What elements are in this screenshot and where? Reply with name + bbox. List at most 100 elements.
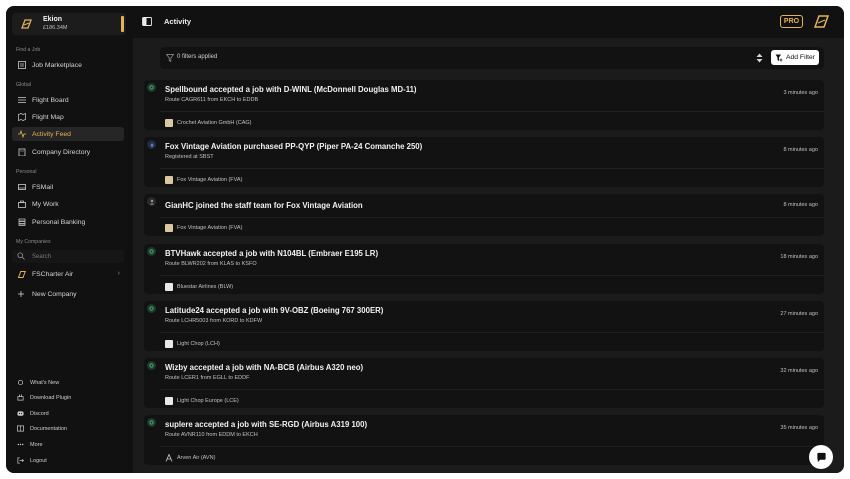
job-accepted-icon <box>147 304 156 313</box>
company-logo-icon <box>165 453 173 462</box>
sidebar-item-my-work[interactable]: My Work <box>12 197 124 211</box>
account-name: Ekion <box>43 16 63 23</box>
company-label: Light Chop (LCH) <box>177 341 220 347</box>
feed-item[interactable]: Fox Vintage Aviation purchased PP-QYP (P… <box>144 137 824 187</box>
aircraft-purchase-icon <box>147 140 156 149</box>
chat-button[interactable] <box>809 445 833 469</box>
feed-item[interactable]: BTVHawk accepted a job with N104BL (Embr… <box>144 244 824 294</box>
company-label: Light Chop Europe (LCE) <box>177 398 239 404</box>
feed-item-time: 8 minutes ago <box>783 147 818 153</box>
feed-item-subtitle: Route CAGR611 from EKCH to EDDB <box>165 97 259 103</box>
company-logo-icon <box>165 176 173 184</box>
feed-item-title: Spellbound accepted a job with D-WINL (M… <box>165 85 417 94</box>
company-item-fscharter-air[interactable]: FSCharter Air › <box>12 268 124 281</box>
divider <box>160 217 824 218</box>
sidebar-item-flight-board[interactable]: Flight Board <box>12 93 124 107</box>
bank-icon <box>17 218 26 227</box>
footer-label: Documentation <box>30 425 67 432</box>
footer-download-plugin[interactable]: Download Plugin <box>12 392 124 403</box>
sidebar-item-label: Job Marketplace <box>32 61 82 69</box>
feed-item[interactable]: GianHC joined the staff team for Fox Vin… <box>144 194 824 236</box>
feed-item[interactable]: suplere accepted a job with SE-RGD (Airb… <box>144 415 824 465</box>
company-logo-icon <box>17 270 26 279</box>
feed-item-company[interactable]: Fox Vintage Aviation (FVA) <box>165 224 242 232</box>
divider <box>160 332 824 333</box>
footer-logout[interactable]: Logout <box>12 455 124 466</box>
sidebar-item-fsmail[interactable]: FSMail <box>12 180 124 194</box>
account-switcher[interactable]: Ekion £186.34M <box>12 13 126 35</box>
sidebar-item-label: FSMail <box>32 183 54 191</box>
discord-icon <box>17 410 25 418</box>
footer-whats-new[interactable]: What's New <box>12 377 124 388</box>
feed-item-time: 3 minutes ago <box>783 90 818 96</box>
feed-item-company[interactable]: Fox Vintage Aviation (FVA) <box>165 176 242 184</box>
chat-bubble-icon <box>816 452 826 462</box>
more-dots-icon <box>17 441 25 449</box>
map-icon <box>17 113 26 122</box>
company-name: FSCharter Air <box>32 271 74 278</box>
sidebar-item-personal-banking[interactable]: Personal Banking <box>12 215 124 229</box>
logout-icon <box>17 457 25 465</box>
feed-item-company[interactable]: Bluestar Airlines (BLW) <box>165 283 233 291</box>
section-personal: Personal <box>16 169 37 175</box>
feed-item[interactable]: Latitude24 accepted a job with 9V-OBZ (B… <box>144 301 824 351</box>
sidebar-item-label: Company Directory <box>32 148 91 156</box>
feed-item-title: GianHC joined the staff team for Fox Vin… <box>165 201 363 210</box>
sidebar-item-flight-map[interactable]: Flight Map <box>12 110 124 124</box>
company-logo-icon <box>165 224 173 232</box>
filter-icon <box>166 54 174 62</box>
footer-discord[interactable]: Discord <box>12 408 124 419</box>
feed-item-company[interactable]: Light Chop Europe (LCE) <box>165 397 239 405</box>
feed-item-subtitle: Registered at SBST <box>165 154 214 160</box>
account-indicator <box>121 16 124 32</box>
feed-item-company[interactable]: Crochet Aviation GmbH (CAG) <box>165 119 251 127</box>
feed-item-company[interactable]: Arven Air (AVN) <box>165 453 216 462</box>
feed-item[interactable]: Spellbound accepted a job with D-WINL (M… <box>144 80 824 130</box>
feed-item-time: 18 minutes ago <box>780 254 818 260</box>
feed-item-company[interactable]: Light Chop (LCH) <box>165 340 220 348</box>
sidebar-item-company-directory[interactable]: Company Directory <box>12 145 124 159</box>
search-placeholder: Search <box>32 253 52 260</box>
pro-badge[interactable]: PRO <box>780 15 803 28</box>
marketplace-icon <box>17 61 26 70</box>
footer-more[interactable]: More <box>12 439 124 450</box>
activity-main: 0 filters applied Add Filter Spellbound … <box>133 38 844 473</box>
new-company-button[interactable]: New Company <box>12 288 124 301</box>
company-label: Bluestar Airlines (BLW) <box>177 284 234 290</box>
feed-item-title: suplere accepted a job with SE-RGD (Airb… <box>165 420 368 429</box>
sidebar-item-label: Personal Banking <box>32 218 86 226</box>
feed-item-title: Latitude24 accepted a job with 9V-OBZ (B… <box>165 306 384 315</box>
feed-item-subtitle: Route LCHR5003 from KORD to KDFW <box>165 318 263 324</box>
top-bar: Activity PRO <box>133 6 844 38</box>
sidebar-item-job-marketplace[interactable]: Job Marketplace <box>12 58 124 72</box>
section-global: Global <box>16 82 31 88</box>
feed-item-title: Fox Vintage Aviation purchased PP-QYP (P… <box>165 142 423 151</box>
filter-bar: 0 filters applied Add Filter <box>160 47 824 69</box>
sidebar-item-label: My Work <box>32 200 59 208</box>
feed-item[interactable]: Wizby accepted a job with NA-BCB (Airbus… <box>144 358 824 408</box>
company-logo-icon <box>165 283 173 291</box>
feed-item-subtitle: Route AVNR110 from EDDM to EKCH <box>165 432 258 438</box>
company-logo-icon <box>165 119 173 127</box>
brand-logo-icon <box>21 19 32 29</box>
company-label: Arven Air (AVN) <box>177 455 216 461</box>
filter-plus-icon <box>775 54 783 62</box>
plus-icon <box>17 290 26 299</box>
filters-status: 0 filters applied <box>177 54 218 60</box>
add-filter-button[interactable]: Add Filter <box>771 50 819 65</box>
footer-documentation[interactable]: Documentation <box>12 423 124 434</box>
company-search-input[interactable]: Search <box>12 250 124 263</box>
company-logo-icon <box>165 397 173 405</box>
footer-label: Discord <box>30 410 49 417</box>
sidebar-item-activity-feed[interactable]: Activity Feed <box>12 127 124 141</box>
new-company-label: New Company <box>32 291 77 298</box>
building-icon <box>17 148 26 157</box>
sidebar-toggle-icon[interactable] <box>142 17 152 26</box>
add-filter-label: Add Filter <box>785 54 816 61</box>
sort-icon[interactable] <box>756 53 763 63</box>
footer-label: More <box>30 441 43 448</box>
search-icon <box>17 252 26 261</box>
job-accepted-icon <box>147 361 156 370</box>
feed-item-subtitle: Route LCER1 from EGLL to EDDF <box>165 375 250 381</box>
brand-logo-icon[interactable] <box>814 15 829 28</box>
